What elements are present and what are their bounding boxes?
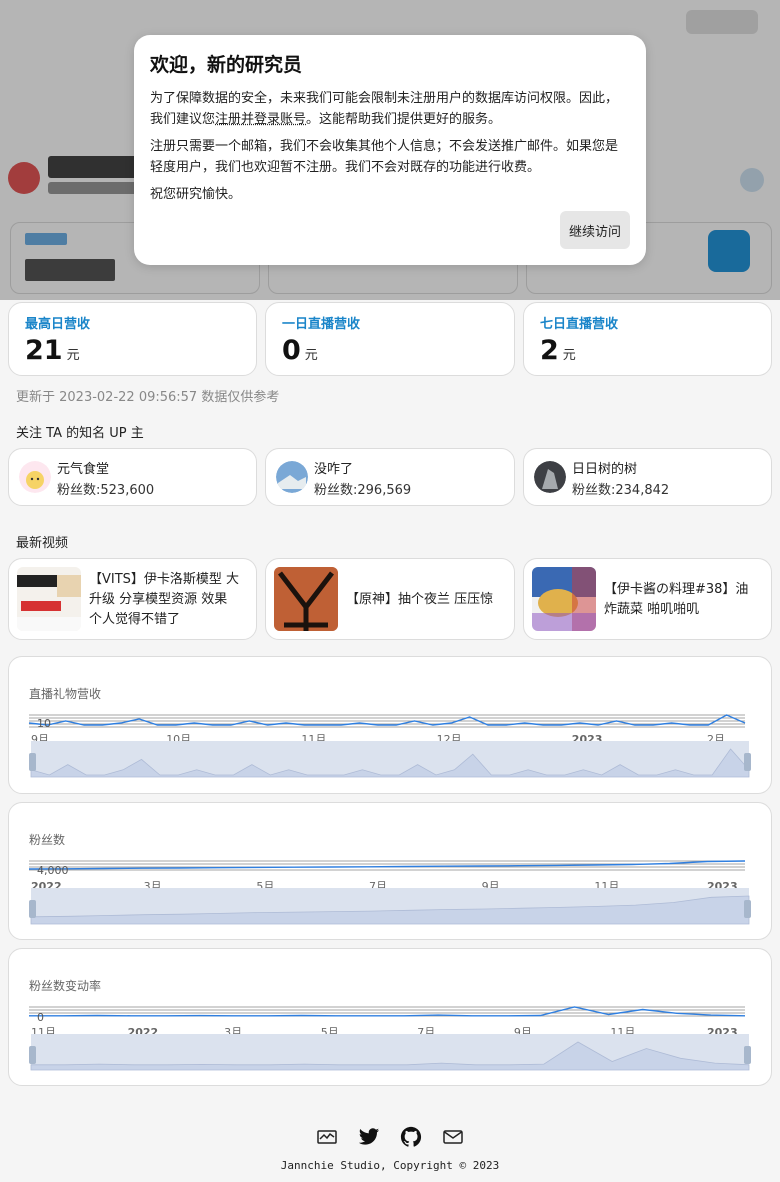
latest-videos-title: 最新视频 [16,536,69,551]
chart-card-fans: 粉丝数 4,000 2022 3月 5月 7月 9月 11月 2023 [8,802,772,940]
series-line [28,714,746,726]
video-thumbnail [274,567,338,631]
zoom-handle-right[interactable] [744,753,751,771]
stat-card-max-daily: 最高日营收 21 元 [8,302,257,376]
stat-card-one-day-live: 一日直播营收 0元 [265,302,515,376]
up-name: 没咋了 [314,462,354,477]
series-line [28,860,746,870]
welcome-modal: 欢迎，新的研究员 为了保障数据的安全，未来我们可能会限制未注册用户的数据库访问权… [134,35,646,265]
zoom-handle-right[interactable] [744,1046,751,1064]
stat-card-seven-day-live: 七日直播营收 2元 [523,302,772,376]
avatar [276,461,308,493]
update-timestamp: 更新于 2023-02-22 09:56:57 数据仅供参考 [16,390,280,405]
y-tick-label: 10 [37,717,51,730]
zoom-handle-right[interactable] [744,900,751,918]
video-thumbnail [532,567,596,631]
continue-button[interactable]: 继续访问 [559,211,630,249]
stat-label: 七日直播营收 [540,317,619,332]
modal-paragraph-1: 为了保障数据的安全，未来我们可能会限制未注册用户的数据库访问权限。因此，我们建议… [150,91,619,127]
series-line [29,1006,746,1017]
fans-chart[interactable]: 4,0002022 3月 5月 7月 9月 11月 2023 [9,803,773,941]
up-card[interactable]: 没咋了 粉丝数:296,569 [265,448,515,506]
chart-icon[interactable] [316,1126,338,1148]
up-name: 日日树的树 [572,462,638,477]
zoom-handle-left[interactable] [29,900,36,918]
live-gift-revenue-chart[interactable]: 109月 10月 11月 12月 2023 2月 [9,657,773,795]
modal-title: 欢迎，新的研究员 [150,54,303,76]
stat-value: 2元 [540,335,576,366]
stat-label: 最高日营收 [25,317,91,332]
avatar [19,461,51,493]
avatar [534,461,566,493]
stat-label: 一日直播营收 [282,317,361,332]
video-title: 【原神】抽个夜兰 压压惊 [346,592,494,607]
zoom-handle-left[interactable] [29,1046,36,1064]
video-card[interactable]: 【伊卡酱の料理#38】油 炸蔬菜 啪叽啪叽 [523,558,772,640]
following-section-title: 关注 TA 的知名 UP 主 [16,426,144,441]
register-link[interactable]: 注册并登录账号 [215,112,306,127]
video-title: 【伊卡酱の料理#38】油 炸蔬菜 啪叽啪叽 [604,582,749,617]
up-fans: 粉丝数:234,842 [572,483,670,498]
y-tick-label: 4,000 [37,864,69,877]
fans-change-rate-chart[interactable]: 011月 2022 3月 5月 7月 9月 11月 2023 [9,949,773,1087]
y-tick-label: 0 [37,1011,44,1024]
stat-value: 0元 [282,335,318,366]
stat-value: 21 元 [25,335,80,366]
zoom-handle-left[interactable] [29,753,36,771]
up-fans: 粉丝数:296,569 [314,483,412,498]
chart-grid [29,1006,745,1017]
footer-icon-bar [316,1126,466,1150]
chart-card-live-gift-revenue: 直播礼物营收 10 9月 10月 11月 12月 2023 2月 [8,656,772,794]
modal-paragraph-2: 注册只需要一个邮箱，我们不会收集其他个人信息；不会发送推广邮件。如果您是轻度用户… [150,139,619,175]
up-name: 元气食堂 [57,462,110,477]
footer-copyright: Jannchie Studio, Copyright © 2023 [280,1159,500,1172]
chart-card-fans-change-rate: 粉丝数变动率 0 11月 2022 3月 5月 7月 9月 11月 2023 [8,948,772,1086]
video-card[interactable]: 【VITS】伊卡洛斯模型 大升级 分享模型资源 效果 个人觉得不错了 [8,558,257,640]
mail-icon[interactable] [442,1126,464,1148]
up-card[interactable]: 日日树的树 粉丝数:234,842 [523,448,772,506]
video-thumbnail [17,567,81,631]
video-card[interactable]: 【原神】抽个夜兰 压压惊 [265,558,515,640]
up-fans: 粉丝数:523,600 [57,483,155,498]
video-title: 【VITS】伊卡洛斯模型 大升级 分享模型资源 效果 个人觉得不错了 [89,572,240,627]
up-card[interactable]: 元气食堂 粉丝数:523,600 [8,448,257,506]
twitter-icon[interactable] [358,1126,380,1148]
github-icon[interactable] [400,1126,422,1148]
modal-paragraph-3: 祝您研究愉快。 [150,187,242,202]
